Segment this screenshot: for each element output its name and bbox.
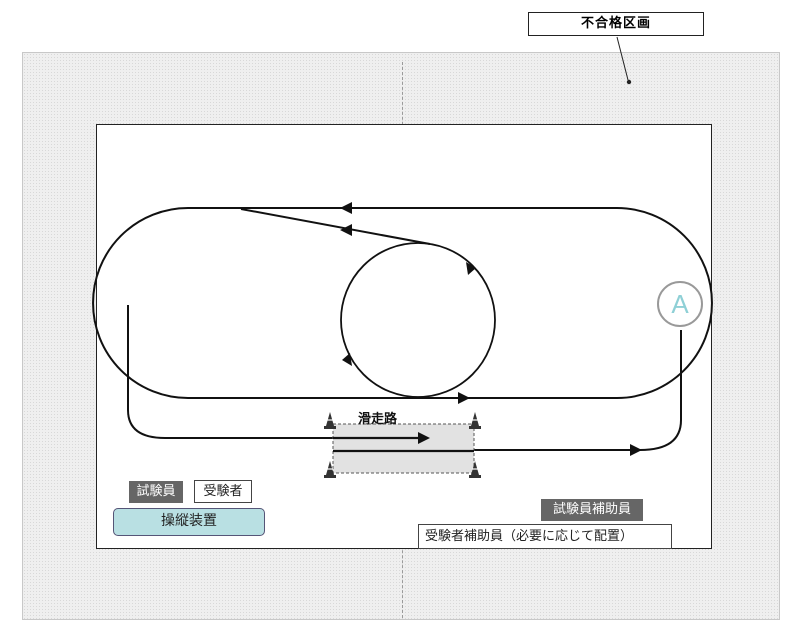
point-a-marker: A [657, 281, 703, 327]
traffic-cone-icon [324, 412, 336, 429]
arrow-bottom [458, 392, 470, 404]
examinee-label: 受験者 [194, 480, 252, 503]
arrow-lower-right [630, 444, 642, 456]
lower-route-left [127, 305, 470, 439]
control-device-box: 操縦装置 [113, 508, 265, 536]
leader-dot [626, 79, 632, 85]
examinee-assistant-label: 受験者補助員（必要に応じて配置） [418, 524, 672, 549]
leader-line [616, 36, 629, 81]
diagram-stage: 不合格区画 滑走路 A 試験員 受験者 操縦装置 試験員補助員 受験者補助員（必… [0, 0, 800, 631]
diagonal-line [240, 208, 431, 245]
examiner-label: 試験員 [129, 481, 183, 503]
runway-box [332, 423, 475, 474]
arrow-circle-lower [342, 353, 352, 366]
arrow-diagonal [340, 224, 352, 236]
arrow-top [340, 202, 352, 214]
traffic-cone-icon [469, 412, 481, 429]
runway-label: 滑走路 [358, 412, 398, 427]
examiner-assistant-label: 試験員補助員 [541, 499, 643, 521]
stadium-track [92, 207, 713, 399]
